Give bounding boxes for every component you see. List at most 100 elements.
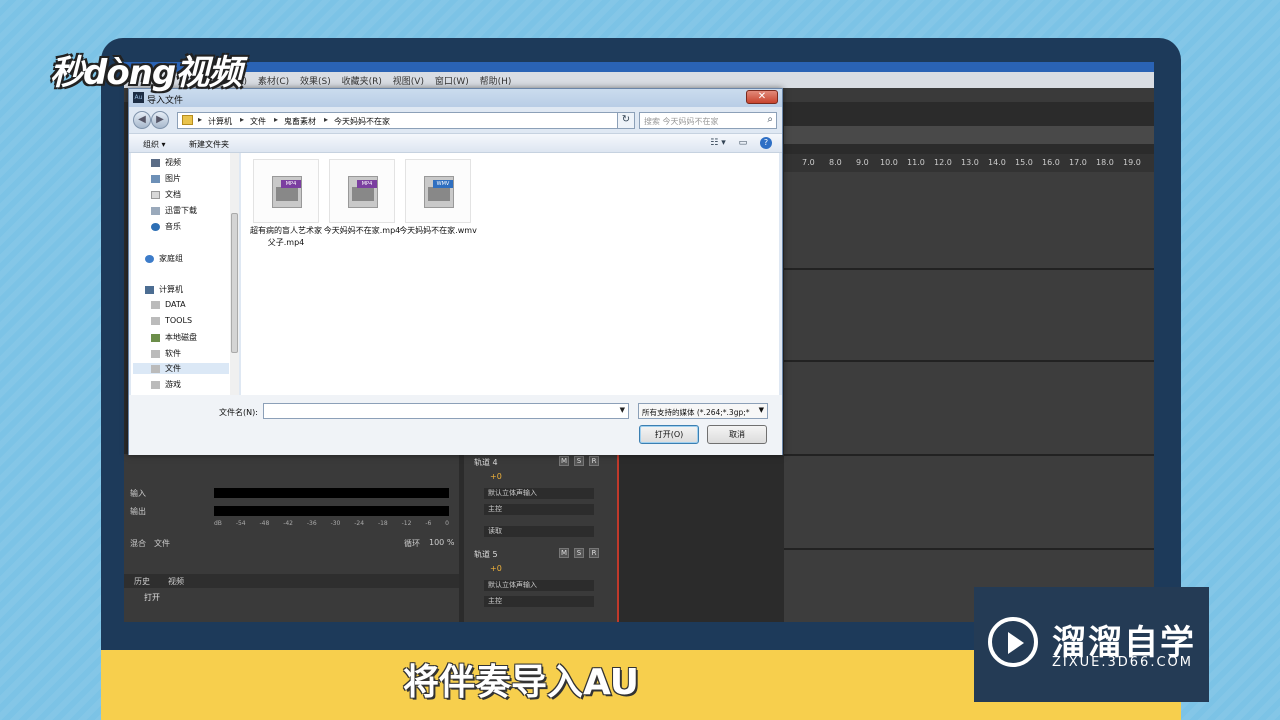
play-icon: [988, 617, 1038, 667]
record-button[interactable]: R: [589, 456, 599, 466]
track-input[interactable]: 默认立体声输入: [484, 488, 594, 499]
playhead[interactable]: [617, 454, 619, 622]
nav-item-tools[interactable]: TOOLS: [151, 316, 192, 325]
percent-value: 100 %: [429, 538, 455, 547]
miaodong-logo: 秒dòng视频: [50, 53, 242, 93]
file-item[interactable]: MP4 今天妈妈不在家.mp4: [324, 159, 400, 249]
chevron-down-icon[interactable]: ▼: [759, 406, 764, 414]
menu-item-clip[interactable]: 素材(C): [254, 72, 293, 89]
view-mode-icon[interactable]: ☷ ▾: [710, 138, 725, 148]
cancel-button[interactable]: 取消: [707, 425, 767, 444]
nav-item-xunlei[interactable]: 迅雷下载: [151, 205, 197, 216]
windows-drive-icon: [151, 333, 160, 342]
dialog-title: 导入文件: [147, 96, 184, 106]
breadcrumb-separator: ▸: [324, 115, 329, 124]
menu-item-favorites[interactable]: 收藏夹(R): [338, 72, 386, 89]
mute-button[interactable]: M: [559, 548, 569, 558]
breadcrumb-files[interactable]: 文件: [250, 116, 266, 127]
track-output[interactable]: 主控: [484, 504, 594, 515]
input-meter: [214, 488, 449, 498]
track-output[interactable]: 主控: [484, 596, 594, 607]
zixue-logo: 溜溜自学 ZIXUE.3D66.COM: [974, 587, 1209, 702]
scrollbar-thumb[interactable]: [231, 213, 238, 353]
track-volume[interactable]: +0: [490, 472, 502, 481]
command-bar: 组织 ▾ 新建文件夹 ☷ ▾ ▭ ?: [129, 133, 782, 153]
breadcrumb-guichu[interactable]: 鬼畜素材: [284, 116, 316, 127]
nav-item-data[interactable]: DATA: [151, 300, 186, 309]
nav-item-files[interactable]: 文件: [133, 363, 229, 374]
repeat-label: 循环: [404, 539, 420, 548]
file-thumbnail: MP4: [329, 159, 395, 223]
drive-icon: [151, 364, 160, 373]
track-name[interactable]: 轨道 5: [474, 549, 498, 560]
track-header: 轨道 4 M S R +0 默认立体声输入 主控 读取: [464, 454, 619, 544]
file-item[interactable]: MP4 超有病的盲人艺术家父子.mp4: [250, 159, 322, 249]
nav-item-videos[interactable]: 视频: [151, 157, 181, 168]
ruler-tick: 11.0: [907, 158, 925, 167]
track-divider: [784, 454, 1154, 456]
drive-icon: [151, 300, 160, 309]
organize-button[interactable]: 组织 ▾: [143, 139, 166, 150]
video-file-icon: WMV: [424, 176, 454, 208]
address-bar[interactable]: ▸ 计算机 ▸ 文件 ▸ 鬼畜素材 ▸ 今天妈妈不在家 ▼: [177, 112, 629, 129]
mixer-left-panel: 输入 输出 dB -54 -48 -42 -36 -30 -24 -18 -12 -6 0…: [124, 454, 459, 622]
filename-field[interactable]: ▼: [263, 403, 629, 419]
ruler-tick: 19.0: [1123, 158, 1141, 167]
search-placeholder: 搜索 今天妈妈不在家: [644, 117, 719, 126]
import-file-dialog: Au 导入文件 ✕ ◀ ▶ ▸ 计算机 ▸ 文件 ▸ 鬼畜素材 ▸ 今天妈妈不在…: [128, 88, 783, 455]
tab-video[interactable]: 视频: [168, 576, 184, 587]
menu-item-effects[interactable]: 效果(S): [296, 72, 335, 89]
help-icon[interactable]: ?: [760, 137, 772, 149]
preview-pane-icon[interactable]: ▭: [739, 138, 748, 148]
ruler-tick: 15.0: [1015, 158, 1033, 167]
nav-item-pictures[interactable]: 图片: [151, 173, 181, 184]
ruler-tick: 14.0: [988, 158, 1006, 167]
timeline-ruler[interactable]: 7.0 8.0 9.0 10.0 11.0 12.0 13.0 14.0 15.…: [784, 154, 1154, 172]
menu-item-help[interactable]: 帮助(H): [476, 72, 516, 89]
search-input[interactable]: 搜索 今天妈妈不在家 ⌕: [639, 112, 777, 129]
breadcrumb-computer[interactable]: 计算机: [208, 116, 232, 127]
file-thumbnail: MP4: [253, 159, 319, 223]
back-arrow-icon[interactable]: ◀: [133, 111, 151, 129]
mute-button[interactable]: M: [559, 456, 569, 466]
nav-item-software[interactable]: 软件: [151, 348, 181, 359]
file-list: MP4 超有病的盲人艺术家父子.mp4 MP4 今天妈妈不在家.mp4 WMV …: [241, 153, 779, 395]
nav-item-computer[interactable]: 计算机: [145, 284, 183, 295]
ruler-tick: 12.0: [934, 158, 952, 167]
tab-history[interactable]: 历史: [134, 576, 150, 587]
solo-button[interactable]: S: [574, 456, 584, 466]
track-automation[interactable]: 读取: [484, 526, 594, 537]
menu-item-window[interactable]: 窗口(W): [431, 72, 473, 89]
chevron-down-icon[interactable]: ▼: [620, 406, 625, 414]
forward-arrow-icon[interactable]: ▶: [151, 111, 169, 129]
nav-item-local-disk[interactable]: 本地磁盘: [151, 332, 197, 343]
documents-library-icon: [151, 190, 160, 199]
drive-icon: [151, 349, 160, 358]
nav-scrollbar[interactable]: [230, 153, 239, 395]
search-icon[interactable]: ⌕: [767, 114, 773, 125]
input-label: 输入: [130, 489, 146, 498]
breadcrumb-current[interactable]: 今天妈妈不在家: [334, 116, 390, 127]
file-item[interactable]: WMV 今天妈妈不在家.wmv: [399, 159, 477, 249]
track-headers: 轨道 4 M S R +0 默认立体声输入 主控 读取 轨道 5 M S R +…: [464, 454, 619, 622]
record-button[interactable]: R: [589, 548, 599, 558]
filetype-select[interactable]: 所有支持的媒体 (*.264;*.3gp;* ▼: [638, 403, 768, 419]
track-input[interactable]: 默认立体声输入: [484, 580, 594, 591]
history-item[interactable]: 打开: [144, 592, 160, 603]
solo-button[interactable]: S: [574, 548, 584, 558]
track-name[interactable]: 轨道 4: [474, 457, 498, 468]
nav-item-music[interactable]: 音乐: [151, 221, 181, 232]
nav-item-documents[interactable]: 文档: [151, 189, 181, 200]
multitrack-area[interactable]: [784, 172, 1154, 622]
track-volume[interactable]: +0: [490, 564, 502, 573]
open-button[interactable]: 打开(O): [639, 425, 699, 444]
close-icon[interactable]: ✕: [746, 90, 778, 104]
refresh-icon[interactable]: ↻: [617, 112, 635, 129]
caption-text: 将伴奏导入AU: [403, 662, 639, 703]
new-folder-button[interactable]: 新建文件夹: [189, 139, 229, 150]
track-divider: [784, 268, 1154, 270]
nav-item-homegroup[interactable]: 家庭组: [145, 253, 183, 264]
nav-item-games[interactable]: 游戏: [151, 379, 181, 390]
menu-item-view[interactable]: 视图(V): [389, 72, 428, 89]
view-controls: ☷ ▾ ▭ ?: [710, 137, 772, 149]
